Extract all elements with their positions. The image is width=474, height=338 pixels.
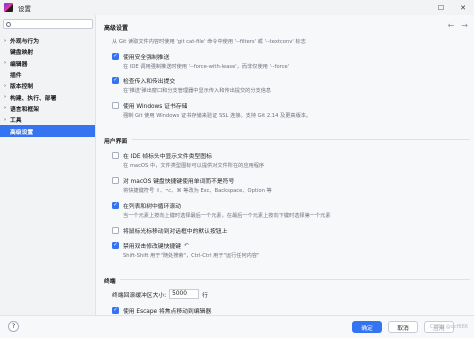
section-title-ui: 用户界面	[104, 139, 128, 145]
sidebar-item-label: 版本控制	[10, 84, 34, 91]
settings-search-input[interactable]	[3, 19, 93, 29]
sidebar-item-languages[interactable]: › 语言和框架	[0, 103, 95, 114]
option-check-commits[interactable]: ✓ 检查传入和传出提交	[112, 76, 175, 85]
sidebar-item-label: 语言和框架	[10, 106, 39, 113]
window-title: 设置	[18, 4, 31, 13]
watermark-text: CSDN @qcf666	[429, 324, 468, 330]
close-window-button[interactable]: ✕	[452, 0, 474, 15]
maximize-icon: ☐	[437, 3, 445, 12]
checkbox-checked[interactable]: ✓	[112, 202, 119, 209]
option-description: 将快捷键符号 ⇧、⌥、⌘ 等改为 Esc、Backspace、Option 等	[123, 188, 272, 194]
terminal-buffer-unit: 行	[202, 292, 208, 299]
sidebar-item-appearance[interactable]: › 外观与行为	[0, 35, 95, 46]
terminal-buffer-row: 终端回滚缓冲区大小: 5000 行	[112, 289, 208, 299]
option-label: 对 macOS 键盘快捷键使用单词而不是符号	[123, 179, 235, 185]
option-label: 使用 Escape 将焦点移动到编辑器	[123, 309, 212, 315]
terminal-buffer-label: 终端回滚缓冲区大小:	[112, 292, 167, 299]
section-title-terminal: 终端	[104, 279, 116, 285]
option-macos-shortcut-words[interactable]: 对 macOS 键盘快捷键使用单词而不是符号	[112, 176, 234, 185]
sidebar-item-advanced[interactable]: 高级设置	[0, 125, 95, 137]
checkbox-checked[interactable]: ✓	[112, 77, 119, 84]
checkbox-checked[interactable]: ✓	[112, 307, 119, 314]
sidebar-item-tools[interactable]: › 工具	[0, 114, 95, 125]
close-icon: ✕	[460, 3, 466, 12]
sidebar-item-keymap[interactable]: 键盘映射	[0, 46, 95, 57]
sidebar-item-label: 高级设置	[10, 129, 34, 136]
git-intro-text: 从 Git 读取文件内容时使用 'git cat-file' 命令中使用 '--…	[112, 39, 306, 45]
checkbox-checked[interactable]: ✓	[112, 53, 119, 60]
page-title: 高级设置	[104, 25, 129, 32]
ok-button[interactable]: 确定	[352, 321, 382, 333]
option-label: 使用安全强制推送	[123, 55, 170, 61]
help-button[interactable]: ?	[8, 321, 19, 332]
option-description: 在 macOS 中，文件类型图标可以提供对文件所在的应用程序	[123, 163, 265, 169]
settings-window: 设置 ☐ ✕ › 外观与行为 键盘映射 › 编辑器 插件 › 版本控制 › 构建…	[0, 0, 474, 338]
option-description: 强制 Git 使用 Windows 证书存储来验证 SSL 连接。支持 Git …	[123, 113, 312, 119]
checkbox-unchecked[interactable]	[112, 102, 119, 109]
maximize-button[interactable]: ☐	[430, 0, 452, 15]
option-label: 在列表和树中循环滚动	[123, 204, 181, 210]
dialog-button-bar: ? 确定 取消 应用 CSDN @qcf666	[0, 315, 474, 338]
option-description: 在 IDE 调用强制推送时使用 '--force-with-lease'，而非仅…	[123, 64, 290, 70]
section-divider	[120, 279, 470, 280]
terminal-buffer-input[interactable]: 5000	[169, 289, 200, 299]
option-label: 使用 Windows 证书存储	[123, 104, 188, 110]
option-description: 在'推送'弹出窗口和分支管理器中显示传入和传出提交的分支信息	[123, 88, 272, 94]
sidebar-item-label: 插件	[10, 73, 22, 80]
sidebar-item-label: 编辑器	[10, 61, 28, 68]
option-description: Shift-Shift 用于"随处搜索"，Ctrl-Ctrl 用于"运行任何内容…	[123, 253, 260, 259]
option-label: 将鼠标光标移动到对话框中的默认按钮上	[123, 229, 228, 235]
option-label: 检查传入和传出提交	[123, 79, 176, 85]
option-disable-double-modifier[interactable]: ✓ 禁用双击修改键快捷键 ↶	[112, 241, 189, 250]
title-bar: 设置 ☐ ✕	[0, 0, 474, 15]
sidebar-item-vcs[interactable]: › 版本控制	[0, 80, 95, 91]
settings-content: 高级设置 ← → 从 Git 读取文件内容时使用 'git cat-file' …	[96, 15, 474, 315]
window-controls: ☐ ✕	[430, 0, 474, 15]
back-arrow-icon[interactable]: ←	[448, 21, 455, 30]
checkbox-checked[interactable]: ✓	[112, 242, 119, 249]
sidebar-item-build[interactable]: › 构建、执行、部署	[0, 91, 95, 102]
option-description: 当一个元素上按向上键时选择最后一个元素，在最后一个元素上按向下键时选择第一个元素	[123, 213, 331, 219]
settings-sidebar: › 外观与行为 键盘映射 › 编辑器 插件 › 版本控制 › 构建、执行、部署	[0, 15, 96, 315]
sidebar-item-editor[interactable]: › 编辑器	[0, 58, 95, 69]
intellij-logo-icon	[4, 3, 13, 12]
sidebar-item-label: 外观与行为	[10, 39, 39, 46]
sidebar-item-label: 工具	[10, 118, 22, 125]
settings-nav: › 外观与行为 键盘映射 › 编辑器 插件 › 版本控制 › 构建、执行、部署	[0, 35, 95, 137]
option-move-mouse-default[interactable]: 将鼠标光标移动到对话框中的默认按钮上	[112, 226, 227, 235]
section-divider	[132, 139, 470, 140]
forward-arrow-icon[interactable]: →	[461, 21, 468, 30]
history-nav: ← →	[448, 21, 468, 30]
option-windows-cert-store[interactable]: 使用 Windows 证书存储	[112, 101, 187, 110]
option-cyclic-scroll[interactable]: ✓ 在列表和树中循环滚动	[112, 201, 181, 210]
reset-undo-icon[interactable]: ↶	[184, 242, 189, 249]
checkbox-unchecked[interactable]	[112, 152, 119, 159]
sidebar-item-plugins[interactable]: 插件	[0, 69, 95, 80]
checkbox-unchecked[interactable]	[112, 177, 119, 184]
checkbox-unchecked[interactable]	[112, 227, 119, 234]
option-label: 在 IDE 帧标头中显示文件类型图标	[123, 154, 212, 160]
option-filetype-icon[interactable]: 在 IDE 帧标头中显示文件类型图标	[112, 151, 212, 160]
option-safe-force-push[interactable]: ✓ 使用安全强制推送	[112, 52, 169, 61]
cancel-button[interactable]: 取消	[388, 321, 418, 333]
search-icon	[6, 21, 11, 27]
option-escape-focus-editor[interactable]: ✓ 使用 Escape 将焦点移动到编辑器	[112, 306, 211, 315]
sidebar-item-label: 构建、执行、部署	[10, 95, 57, 102]
option-label: 禁用双击修改键快捷键	[123, 244, 181, 250]
sidebar-item-label: 键盘映射	[10, 50, 34, 57]
